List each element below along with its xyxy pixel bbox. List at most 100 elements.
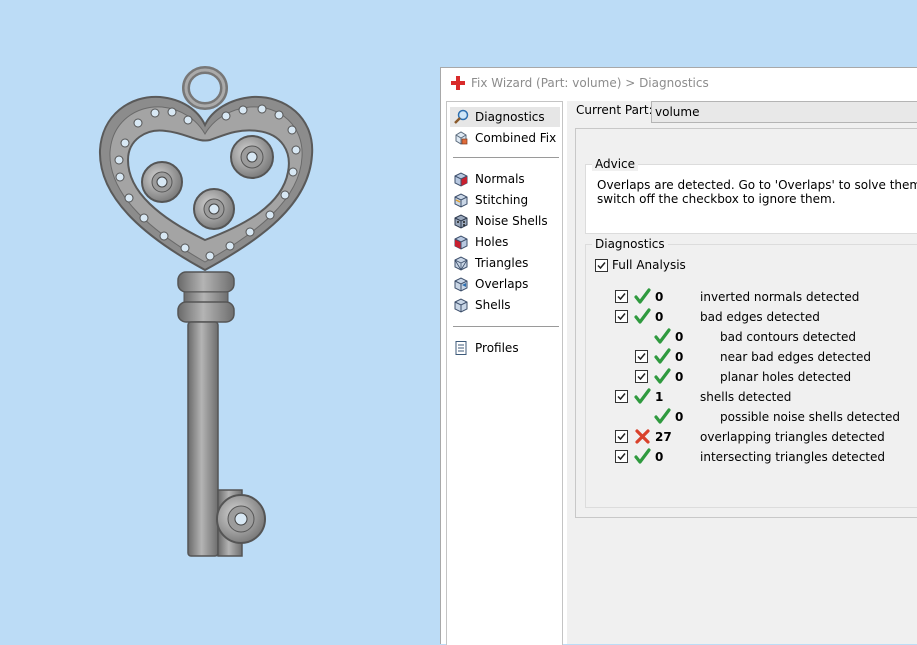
advice-line-1: Overlaps are detected. Go to 'Overlaps' … <box>597 178 917 192</box>
diagnostic-count: 0 <box>675 370 684 384</box>
current-part-label: Current Part: <box>576 103 653 117</box>
diagnostic-count: 27 <box>655 430 672 444</box>
green-check-icon <box>654 368 671 384</box>
nav-divider <box>453 157 559 158</box>
nav-item-profiles[interactable]: Profiles <box>450 338 560 358</box>
noise-shells-cube-icon <box>454 214 468 229</box>
green-check-icon <box>634 308 651 324</box>
diagnostic-checkbox[interactable] <box>615 290 628 303</box>
diagnostic-count: 0 <box>675 410 684 424</box>
magnifier-icon <box>454 109 469 124</box>
nav-item-label: Holes <box>475 235 509 249</box>
green-check-icon <box>634 388 651 404</box>
diagnostic-row: 0 planar holes detected <box>586 368 916 386</box>
overlaps-cube-icon <box>454 277 468 292</box>
diagnostic-label: overlapping triangles detected <box>700 430 885 444</box>
nav-item-diagnostics[interactable]: Diagnostics <box>450 107 560 127</box>
checkmark-icon <box>617 433 626 441</box>
advice-title: Advice <box>592 157 639 171</box>
diagnostic-checkbox[interactable] <box>615 450 628 463</box>
diagnostic-row: 0 bad contours detected <box>586 328 916 346</box>
diagnostic-checkbox[interactable] <box>615 390 628 403</box>
full-analysis-label: Full Analysis <box>612 258 686 272</box>
diagnostic-row: 0 possible noise shells detected <box>586 408 916 426</box>
checkmark-icon <box>637 373 646 381</box>
nav-item-label: Stitching <box>475 193 529 207</box>
current-part-field[interactable]: volume <box>651 101 917 123</box>
full-analysis-checkbox[interactable] <box>595 259 608 272</box>
nav-item-shells[interactable]: Shells <box>450 295 560 315</box>
nav-item-label: Diagnostics <box>475 110 545 124</box>
diagnostic-row: 1 shells detected <box>586 388 916 406</box>
advice-text: Overlaps are detected. Go to 'Overlaps' … <box>597 178 917 206</box>
shells-cube-icon <box>454 298 468 313</box>
green-check-icon <box>654 348 671 364</box>
diagnostic-row: 27 overlapping triangles detected <box>586 428 916 446</box>
diagnostic-count: 1 <box>655 390 664 404</box>
nav-item-normals[interactable]: Normals <box>450 169 560 189</box>
window-title: Fix Wizard (Part: volume) > Diagnostics <box>471 76 709 90</box>
nav-item-label: Profiles <box>475 341 519 355</box>
advice-group: Advice Overlaps are detected. Go to 'Ove… <box>585 157 917 234</box>
diagnostic-label: possible noise shells detected <box>720 410 901 424</box>
nav-item-label: Triangles <box>475 256 529 270</box>
diagnostics-page-frame: Advice Overlaps are detected. Go to 'Ove… <box>575 128 917 518</box>
combined-fix-icon <box>455 131 468 145</box>
diagnostic-count: 0 <box>655 290 664 304</box>
checkmark-icon <box>637 353 646 361</box>
holes-cube-icon <box>454 235 468 250</box>
diagnostic-label: intersecting triangles detected <box>700 450 885 464</box>
diagnostic-label: shells detected <box>700 390 792 404</box>
nav-item-label: Shells <box>475 298 511 312</box>
advice-line-2: switch off the checkbox to ignore them. <box>597 192 836 206</box>
fix-wizard-window: Fix Wizard (Part: volume) > Diagnostics … <box>440 67 917 645</box>
diagnostic-checkbox[interactable] <box>615 310 628 323</box>
title-bar[interactable]: Fix Wizard (Part: volume) > Diagnostics <box>441 68 917 98</box>
nav-item-overlaps[interactable]: Overlaps <box>450 274 560 294</box>
red-cross-app-icon <box>451 76 465 90</box>
key-model[interactable] <box>0 0 430 643</box>
diagnostic-row: 0 intersecting triangles detected <box>586 448 916 466</box>
diagnostics-group: Diagnostics Full Analysis 0 inverted norm… <box>585 237 917 508</box>
checkmark-icon <box>617 393 626 401</box>
diagnostics-panel: Current Part: volume Advice Overlaps are… <box>567 101 917 644</box>
nav-item-triangles[interactable]: Triangles <box>450 253 560 273</box>
nav-item-label: Overlaps <box>475 277 529 291</box>
green-check-icon <box>634 288 651 304</box>
diagnostic-label: near bad edges detected <box>720 350 871 364</box>
nav-item-label: Combined Fix <box>475 131 557 145</box>
checkmark-icon <box>617 293 626 301</box>
green-check-icon <box>654 408 671 424</box>
diagnostic-row: 0 bad edges detected <box>586 308 916 326</box>
diagnostic-label: bad edges detected <box>700 310 820 324</box>
diagnostic-count: 0 <box>675 330 684 344</box>
diagnostic-checkbox[interactable] <box>615 430 628 443</box>
diagnostic-label: inverted normals detected <box>700 290 860 304</box>
green-check-icon <box>634 448 651 464</box>
diagnostic-count: 0 <box>655 310 664 324</box>
diagnostic-label: bad contours detected <box>720 330 856 344</box>
diagnostic-checkbox[interactable] <box>635 370 648 383</box>
nav-item-label: Noise Shells <box>475 214 548 228</box>
triangles-cube-icon <box>454 256 468 271</box>
checkmark-icon <box>617 313 626 321</box>
nav-item-noise-shells[interactable]: Noise Shells <box>450 211 560 231</box>
diagnostic-row: 0 inverted normals detected <box>586 288 916 306</box>
diagnostic-count: 0 <box>675 350 684 364</box>
fix-wizard-nav: Diagnostics Combined Fix Normals Stitchi… <box>446 101 563 645</box>
normals-cube-icon <box>454 172 468 187</box>
diagnostics-title: Diagnostics <box>592 237 668 251</box>
checkmark-icon <box>617 453 626 461</box>
nav-item-holes[interactable]: Holes <box>450 232 560 252</box>
nav-divider <box>453 326 559 327</box>
profiles-document-icon <box>455 341 467 355</box>
checkmark-icon <box>597 262 606 270</box>
nav-item-label: Normals <box>475 172 525 186</box>
nav-item-stitching[interactable]: Stitching <box>450 190 560 210</box>
diagnostic-count: 0 <box>655 450 664 464</box>
diagnostic-label: planar holes detected <box>720 370 852 384</box>
red-cross-icon <box>635 429 650 444</box>
diagnostic-row: 0 near bad edges detected <box>586 348 916 366</box>
nav-item-combined-fix[interactable]: Combined Fix <box>450 128 560 148</box>
diagnostic-checkbox[interactable] <box>635 350 648 363</box>
